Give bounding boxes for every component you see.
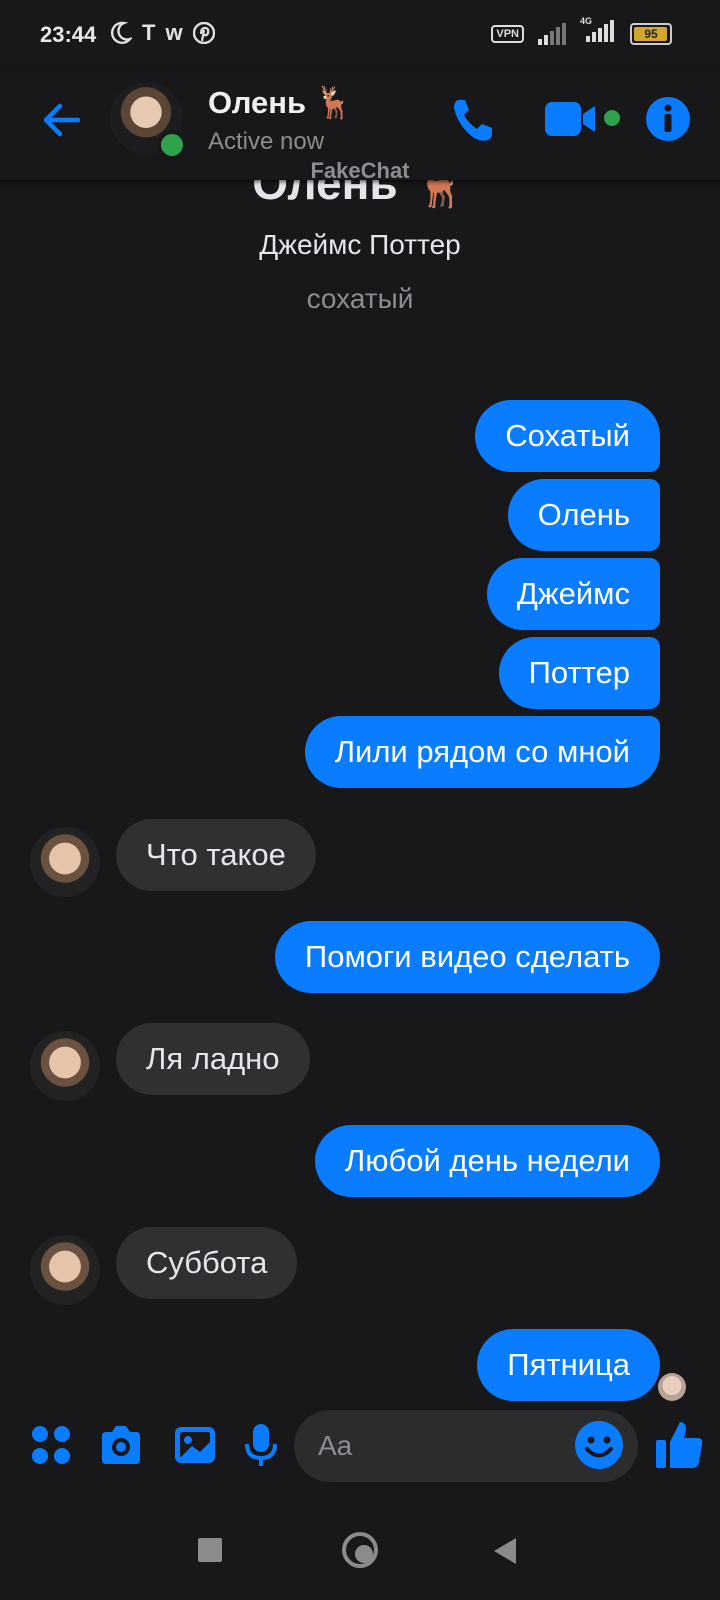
- notification-icons: T w: [110, 20, 215, 46]
- message-row: Любой день недели: [0, 1125, 720, 1227]
- vpn-badge: VPN: [491, 24, 524, 43]
- system-nav-bar: [0, 1500, 720, 1600]
- profile-full-name: Джеймс Поттер: [259, 229, 461, 260]
- message-row: Сохатый: [0, 400, 720, 479]
- message-row: Ля ладно: [0, 1023, 720, 1125]
- video-camera-icon[interactable]: [545, 96, 605, 142]
- contact-status: Active now: [208, 128, 325, 155]
- watermark: FakeChat: [310, 158, 410, 183]
- apps-grid-icon[interactable]: [28, 1422, 74, 1468]
- recent-apps-button[interactable]: [198, 1538, 222, 1562]
- message-list: Сохатый Олень Джеймс Поттер Лили рядом с…: [0, 400, 720, 1431]
- online-indicator: [157, 130, 187, 160]
- moon-icon: [110, 21, 132, 44]
- outgoing-bubble[interactable]: Помоги видео сделать: [274, 921, 660, 993]
- incoming-bubble[interactable]: Что такое: [116, 819, 316, 891]
- video-active-dot: [604, 110, 620, 126]
- w-icon: w: [165, 20, 183, 45]
- message-row: Помоги видео сделать: [0, 921, 720, 1023]
- microphone-icon[interactable]: [238, 1422, 284, 1468]
- home-button-inner: [355, 1545, 373, 1563]
- sender-avatar[interactable]: [30, 1031, 100, 1101]
- incoming-bubble[interactable]: Ля ладно: [116, 1023, 310, 1095]
- sender-avatar[interactable]: [30, 1235, 100, 1305]
- battery-icon: 95: [630, 22, 672, 45]
- message-composer: Aa: [0, 1400, 720, 1492]
- outgoing-bubble[interactable]: Лили рядом со мной: [304, 716, 660, 788]
- message-row: Олень: [0, 479, 720, 558]
- signal-icon: [538, 22, 566, 45]
- seen-receipt-avatar: [658, 1373, 686, 1401]
- contact-name[interactable]: Олень 🦌: [208, 84, 353, 121]
- emoji-icon[interactable]: [574, 1420, 624, 1470]
- sender-avatar[interactable]: [30, 827, 100, 897]
- pinterest-icon: [192, 22, 215, 44]
- status-time: 23:44: [40, 22, 97, 47]
- network-label: 4G: [580, 16, 593, 26]
- home-button[interactable]: [342, 1532, 378, 1568]
- info-icon[interactable]: [645, 96, 691, 142]
- outgoing-bubble[interactable]: Сохатый: [475, 400, 660, 472]
- signal-4g: 4G: [580, 16, 616, 47]
- back-arrow-icon[interactable]: [38, 96, 86, 144]
- outgoing-bubble[interactable]: Олень: [507, 479, 660, 551]
- message-row: Суббота: [0, 1227, 720, 1329]
- phone-icon[interactable]: [448, 94, 500, 146]
- t-icon: T: [142, 20, 156, 45]
- profile-nickname: сохатый: [306, 283, 414, 314]
- outgoing-bubble[interactable]: Пятница: [477, 1329, 660, 1401]
- gallery-icon[interactable]: [172, 1422, 218, 1468]
- message-input[interactable]: Aa: [294, 1410, 638, 1482]
- outgoing-bubble[interactable]: Джеймс: [486, 558, 660, 630]
- outgoing-bubble[interactable]: Поттер: [498, 637, 660, 709]
- battery-level: 95: [644, 26, 658, 41]
- incoming-bubble[interactable]: Суббота: [116, 1227, 298, 1299]
- message-row: Поттер: [0, 637, 720, 716]
- thumbs-up-icon[interactable]: [654, 1418, 704, 1470]
- message-row: Лили рядом со мной: [0, 716, 720, 795]
- message-input-placeholder: Aa: [318, 1430, 353, 1461]
- back-button[interactable]: [494, 1538, 516, 1564]
- outgoing-bubble[interactable]: Любой день недели: [314, 1125, 660, 1197]
- message-row: Джеймс: [0, 558, 720, 637]
- system-status: VPN 4G 95: [491, 16, 672, 47]
- camera-icon[interactable]: [98, 1422, 144, 1468]
- message-row: Что такое: [0, 819, 720, 921]
- status-bar: 23:44 T w VPN 4G 95: [0, 0, 720, 70]
